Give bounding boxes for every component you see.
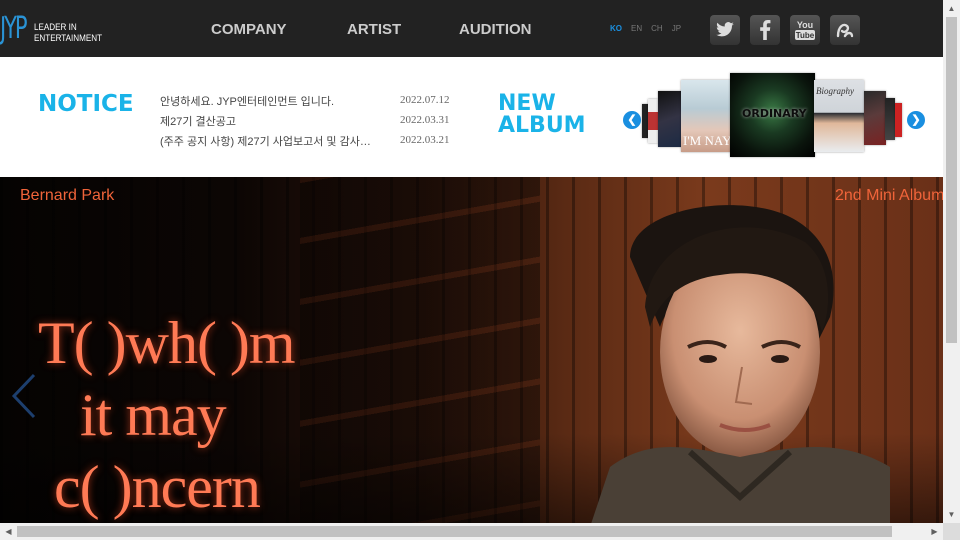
page: JYP LEADER IN ENTERTAINMENT COMPANY ARTI… <box>0 0 960 540</box>
lang-ch[interactable]: CH <box>651 24 663 33</box>
notice-text: 제27기 결산공고 <box>160 116 237 128</box>
nav-audition[interactable]: AUDITION <box>439 0 532 57</box>
hero-title-line1: T( )wh( )m <box>38 310 296 376</box>
scroll-up-button[interactable]: ▲ <box>943 0 960 17</box>
info-bar: NOTICE 안녕하세요. JYP엔터테인먼트 입니다. 2022.07.12 … <box>0 57 943 177</box>
hero-album-label: 2nd Mini Album <box>835 187 943 204</box>
scrollbar-corner <box>943 523 960 540</box>
lang-jp[interactable]: JP <box>672 24 681 33</box>
logo-tagline-line2: ENTERTAINMENT <box>34 33 103 43</box>
album-cover[interactable] <box>885 98 895 140</box>
nav-artist[interactable]: ARTIST <box>326 0 439 57</box>
vertical-scroll-thumb[interactable] <box>946 17 957 343</box>
album-cover-featured[interactable]: ORDINARY <box>730 73 815 157</box>
facebook-icon[interactable] <box>750 15 780 45</box>
logo-tagline: LEADER IN ENTERTAINMENT <box>34 22 102 44</box>
notice-item[interactable]: 제27기 결산공고 2022.03.31 <box>160 113 460 133</box>
horizontal-scrollbar[interactable]: ◀ ▶ <box>0 523 943 540</box>
album-carousel: I'M NAYEON ORDINARY Biography <box>640 72 905 162</box>
scroll-left-button[interactable]: ◀ <box>0 523 17 540</box>
album-cover-text: ORDINARY <box>742 107 807 120</box>
notice-text: 안녕하세요. JYP엔터테인먼트 입니다. <box>160 96 335 108</box>
nav-company[interactable]: COMPANY <box>190 0 326 57</box>
album-cover[interactable] <box>648 99 658 143</box>
jyp-logo[interactable]: JYP LEADER IN ENTERTAINMENT <box>0 10 102 48</box>
album-next-button[interactable]: ❯ <box>907 111 925 129</box>
album-cover[interactable]: Biography <box>814 80 864 152</box>
svg-text:You: You <box>797 20 813 30</box>
logo-mark: JYP <box>0 11 28 46</box>
album-cover-text: I'M NAYEON <box>683 133 731 148</box>
youtube-icon[interactable]: You Tube <box>790 15 820 45</box>
notice-date: 2022.07.12 <box>400 94 450 106</box>
notice-list: 안녕하세요. JYP엔터테인먼트 입니다. 2022.07.12 제27기 결산… <box>160 93 460 153</box>
hero-prev-arrow-icon[interactable] <box>8 373 38 419</box>
album-cover[interactable] <box>864 91 886 145</box>
hero-artist-name: Bernard Park <box>20 187 115 204</box>
scroll-down-button[interactable]: ▼ <box>943 506 960 523</box>
new-album-title-line2: ALBUM <box>498 113 586 138</box>
logo-tagline-line1: LEADER IN <box>34 22 77 32</box>
notice-item[interactable]: 안녕하세요. JYP엔터테인먼트 입니다. 2022.07.12 <box>160 93 460 113</box>
new-album-title: NEW ALBUM <box>498 93 586 137</box>
album-cover[interactable]: I'M NAYEON <box>681 80 733 152</box>
hero-album-title: T( )wh( )m it may c( )ncern <box>38 307 296 523</box>
notice-title: NOTICE <box>38 91 134 117</box>
vertical-scrollbar[interactable]: ▲ ▼ <box>943 0 960 523</box>
album-cover[interactable] <box>895 103 902 137</box>
svg-text:Tube: Tube <box>796 31 815 40</box>
hero-title-line3: c( )ncern <box>54 454 261 520</box>
hero-artist-photo <box>591 205 890 523</box>
notice-text: (주주 공지 사항) 제27기 사업보고서 및 감사보고서 <box>160 136 380 148</box>
naver-icon[interactable] <box>830 15 860 45</box>
album-cover[interactable] <box>658 91 682 147</box>
main-nav: COMPANY ARTIST AUDITION <box>190 0 532 57</box>
notice-date: 2022.03.21 <box>400 134 450 146</box>
notice-item[interactable]: (주주 공지 사항) 제27기 사업보고서 및 감사보고서 2022.03.21 <box>160 133 460 153</box>
horizontal-scroll-thumb[interactable] <box>17 526 892 537</box>
twitter-icon[interactable] <box>710 15 740 45</box>
hero-title-line2: it may <box>80 382 227 448</box>
notice-date: 2022.03.31 <box>400 114 450 126</box>
site-header: JYP LEADER IN ENTERTAINMENT COMPANY ARTI… <box>0 0 943 57</box>
scroll-right-button[interactable]: ▶ <box>926 523 943 540</box>
lang-ko[interactable]: KO <box>610 24 622 33</box>
hero-banner[interactable]: Bernard Park 2nd Mini Album T( )wh( )m i… <box>0 177 943 523</box>
social-links: You Tube <box>710 15 870 45</box>
album-cover-text: Biography <box>816 86 854 96</box>
album-prev-button[interactable]: ❮ <box>623 111 641 129</box>
language-switcher: KO EN CH JP <box>610 24 690 33</box>
new-album-title-line1: NEW <box>498 91 556 116</box>
lang-en[interactable]: EN <box>631 24 642 33</box>
